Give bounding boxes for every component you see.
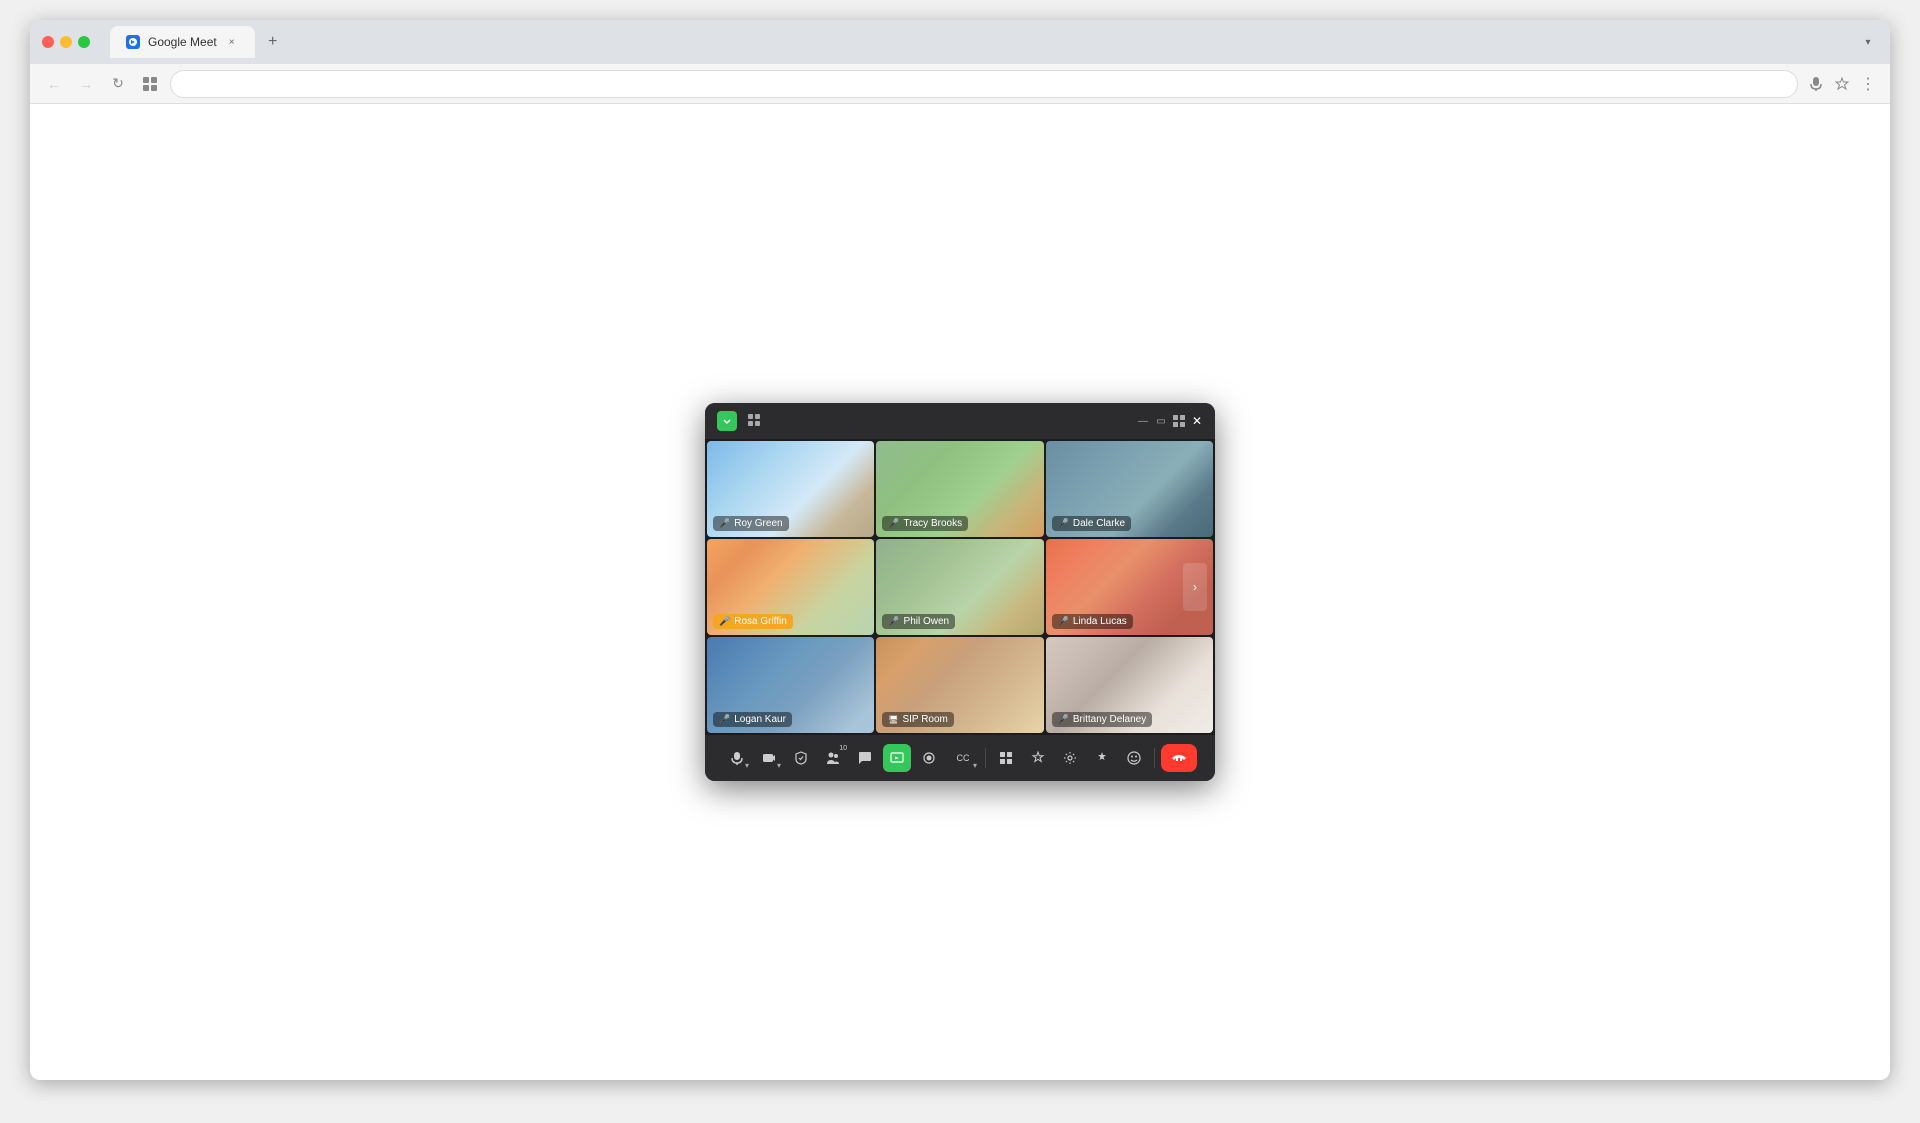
control-separator-1 <box>985 748 986 768</box>
minimize-win-button[interactable]: — <box>1137 415 1149 427</box>
grid-view-button[interactable] <box>992 744 1020 772</box>
mic-icon-phil: 🎤 <box>888 616 899 627</box>
mic-icon-sip: 🖥 <box>888 715 898 724</box>
name-tag-brittany: 🎤 Brittany Delaney <box>1052 712 1153 727</box>
tab-title: Google Meet <box>148 35 217 49</box>
name-tag-rosa: 🎤 Rosa Griffin <box>713 614 793 629</box>
name-tag-roy: 🎤 Roy Green <box>713 516 789 531</box>
more-menu-button[interactable]: ⋮ <box>1858 74 1878 94</box>
captions-label: CC <box>957 753 970 763</box>
name-label-brittany: Brittany Delaney <box>1073 714 1146 725</box>
tab-favicon <box>126 35 140 49</box>
close-button[interactable] <box>42 36 54 48</box>
next-page-button[interactable]: › <box>1183 563 1207 611</box>
emoji-button[interactable] <box>1120 744 1148 772</box>
name-label-dale: Dale Clarke <box>1073 518 1125 529</box>
mic-icon-linda: 🎤 <box>1058 616 1069 627</box>
control-separator-2 <box>1154 748 1155 768</box>
control-bar: ▾ ▾ <box>705 735 1215 781</box>
name-tag-tracy: 🎤 Tracy Brooks <box>882 516 968 531</box>
close-win-button[interactable]: ✕ <box>1191 415 1203 427</box>
mic-icon-tracy: 🎤 <box>888 518 899 529</box>
participant-cell-rosa[interactable]: 🎤 Rosa Griffin <box>707 539 874 635</box>
active-tab[interactable]: Google Meet × <box>110 26 255 58</box>
name-tag-dale: 🎤 Dale Clarke <box>1052 516 1131 531</box>
video-titlebar: — ▭ ✕ <box>705 403 1215 439</box>
extensions-button[interactable] <box>138 72 162 96</box>
minimize-button[interactable] <box>60 36 72 48</box>
settings-button[interactable] <box>1056 744 1084 772</box>
chat-button[interactable] <box>851 744 879 772</box>
back-button[interactable]: ← <box>42 72 66 96</box>
meet-logo <box>717 411 737 431</box>
maximize-button[interactable] <box>78 36 90 48</box>
tab-dropdown-button[interactable]: ▾ <box>1858 32 1878 52</box>
name-tag-logan: 🎤 Logan Kaur <box>713 712 792 727</box>
participant-cell-phil[interactable]: 🎤 Phil Owen <box>876 539 1043 635</box>
forward-button[interactable]: → <box>74 72 98 96</box>
participant-cell-logan[interactable]: 🎤 Logan Kaur <box>707 637 874 733</box>
participant-cell-brittany[interactable]: 🎤 Brittany Delaney <box>1046 637 1213 733</box>
camera-button[interactable]: ▾ <box>755 744 783 772</box>
name-label-rosa: Rosa Griffin <box>734 616 787 627</box>
mic-icon-rosa: 🎤 <box>719 616 730 627</box>
tab-bar: Google Meet × + <box>110 26 287 58</box>
reactions-button[interactable] <box>1024 744 1052 772</box>
participant-cell-sip[interactable]: 🖥 SIP Room <box>876 637 1043 733</box>
participants-button[interactable]: 10 <box>819 744 847 772</box>
mic-button[interactable]: ▾ <box>723 744 751 772</box>
participant-cell-tracy[interactable]: 🎤 Tracy Brooks <box>876 441 1043 537</box>
name-label-linda: Linda Lucas <box>1073 616 1127 627</box>
name-label-roy: Roy Green <box>734 518 782 529</box>
name-label-sip: SIP Room <box>902 714 947 725</box>
activities-button[interactable] <box>1088 744 1116 772</box>
participants-count: 10 <box>839 745 847 752</box>
browser-toolbar: ← → ↻ ⋮ <box>30 64 1890 104</box>
mic-toolbar-icon[interactable] <box>1806 74 1826 94</box>
name-label-tracy: Tracy Brooks <box>904 518 963 529</box>
grid-win-button[interactable] <box>1173 415 1185 427</box>
mic-icon-dale: 🎤 <box>1058 518 1069 529</box>
end-call-button[interactable] <box>1161 744 1197 772</box>
security-button[interactable] <box>787 744 815 772</box>
toolbar-right: ⋮ <box>1806 74 1878 94</box>
name-tag-sip: 🖥 SIP Room <box>882 712 954 727</box>
name-label-logan: Logan Kaur <box>734 714 786 725</box>
tab-close-icon[interactable]: × <box>225 35 239 49</box>
video-apps-icon[interactable] <box>747 413 761 430</box>
new-tab-button[interactable]: + <box>259 28 287 56</box>
browser-window: Google Meet × + ▾ ← → ↻ <box>30 20 1890 1080</box>
mic-icon-logan: 🎤 <box>719 714 730 725</box>
record-button[interactable] <box>915 744 943 772</box>
star-icon[interactable] <box>1832 74 1852 94</box>
traffic-lights <box>42 36 90 48</box>
name-tag-linda: 🎤 Linda Lucas <box>1052 614 1133 629</box>
refresh-button[interactable]: ↻ <box>106 72 130 96</box>
name-label-phil: Phil Owen <box>904 616 950 627</box>
video-conference-window: — ▭ ✕ <box>705 403 1215 781</box>
address-bar[interactable] <box>170 70 1798 98</box>
restore-win-button[interactable]: ▭ <box>1155 415 1167 427</box>
browser-titlebar: Google Meet × + ▾ <box>30 20 1890 64</box>
present-button[interactable] <box>883 744 911 772</box>
participant-cell-dale[interactable]: 🎤 Dale Clarke <box>1046 441 1213 537</box>
captions-button[interactable]: CC ▾ <box>947 744 979 772</box>
name-tag-phil: 🎤 Phil Owen <box>882 614 955 629</box>
participant-cell-roy[interactable]: 🎤 Roy Green <box>707 441 874 537</box>
browser-content: — ▭ ✕ <box>30 104 1890 1080</box>
mic-icon-brittany: 🎤 <box>1058 714 1069 725</box>
window-controls: — ▭ ✕ <box>1137 415 1203 427</box>
mic-icon-roy: 🎤 <box>719 518 730 529</box>
video-grid: 🎤 Roy Green 🎤 Tracy Brooks 🎤 Dale Clarke <box>705 439 1215 735</box>
